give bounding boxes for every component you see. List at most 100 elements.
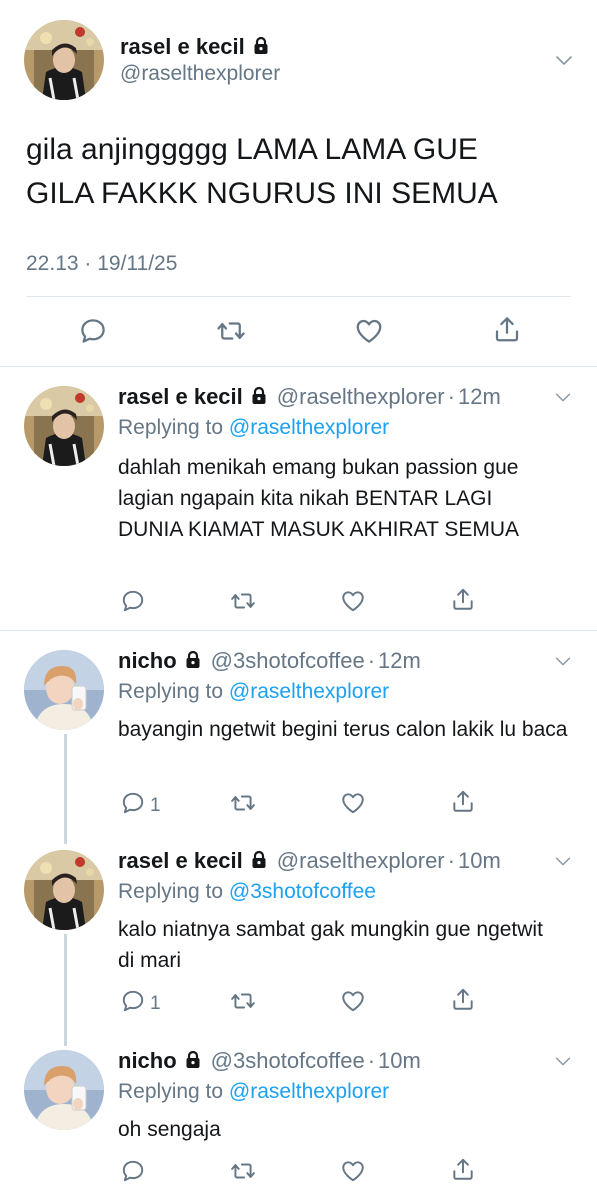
replying-to-link[interactable]: @raselthexplorer xyxy=(229,416,389,439)
tweet-text: dahlah menikah emang bukan passion gue l… xyxy=(118,456,520,541)
reply-icon xyxy=(120,1158,146,1190)
lock-icon xyxy=(249,386,269,412)
chevron-down-icon[interactable] xyxy=(552,650,574,677)
avatar[interactable] xyxy=(24,1050,104,1130)
display-name-text: nicho xyxy=(118,648,177,673)
avatar[interactable] xyxy=(24,650,104,730)
share-button[interactable] xyxy=(450,986,476,1018)
user-handle: @3shotofcoffee xyxy=(210,1048,365,1073)
like-icon xyxy=(340,988,366,1020)
lock-icon xyxy=(183,1050,203,1076)
retweet-button[interactable] xyxy=(216,316,246,352)
lock-icon xyxy=(251,36,271,62)
share-button[interactable] xyxy=(450,1156,476,1188)
retweet-icon xyxy=(230,1158,256,1190)
replying-label: Replying to xyxy=(118,416,229,439)
divider xyxy=(0,366,597,367)
user-handle[interactable]: @raselthexplorer xyxy=(120,62,280,86)
display-name[interactable]: nicho @3shotofcoffee · 12m xyxy=(118,648,421,676)
replying-to: Replying to @raselthexplorer xyxy=(118,680,389,704)
retweet-button[interactable] xyxy=(230,588,256,620)
reply-icon xyxy=(120,790,146,822)
user-handle: @raselthexplorer xyxy=(276,384,445,409)
chevron-down-icon[interactable] xyxy=(552,850,574,877)
like-button[interactable] xyxy=(340,1158,366,1190)
tweet-time: 10m xyxy=(457,848,501,873)
retweet-button[interactable] xyxy=(230,988,256,1020)
separator-dot: · xyxy=(447,384,455,409)
display-name[interactable]: rasel e kecil @raselthexplorer · 10m xyxy=(118,848,501,876)
reply-button[interactable]: 1 xyxy=(120,988,161,1020)
display-name-text: rasel e kecil xyxy=(120,34,245,59)
display-name[interactable]: rasel e kecil @raselthexplorer · 12m xyxy=(118,384,501,412)
avatar[interactable] xyxy=(24,850,104,930)
avatar[interactable] xyxy=(24,20,104,100)
like-icon xyxy=(340,790,366,822)
tweet-text: oh sengaja xyxy=(118,1118,221,1141)
share-button[interactable] xyxy=(450,788,476,820)
separator-dot: · xyxy=(367,648,376,673)
lock-icon xyxy=(249,850,269,876)
like-button[interactable] xyxy=(340,988,366,1020)
share-icon xyxy=(492,314,522,350)
like-button[interactable] xyxy=(354,316,384,352)
display-name-text: nicho xyxy=(118,1048,177,1073)
display-name[interactable]: nicho @3shotofcoffee · 10m xyxy=(118,1048,421,1076)
chevron-down-icon[interactable] xyxy=(552,48,576,77)
avatar[interactable] xyxy=(24,386,104,466)
tweet-time: 12m xyxy=(457,384,501,409)
replying-to: Replying to @3shotofcoffee xyxy=(118,880,376,904)
reply-icon xyxy=(78,316,108,352)
replying-label: Replying to xyxy=(118,1080,229,1103)
like-button[interactable] xyxy=(340,588,366,620)
thread-line xyxy=(64,934,67,1046)
tweet-text: gila anjinggggg LAMA LAMA GUE GILA FAKKK… xyxy=(26,133,498,210)
share-icon xyxy=(450,788,476,820)
retweet-button[interactable] xyxy=(230,1158,256,1190)
reply-button[interactable] xyxy=(120,588,150,620)
divider xyxy=(0,630,597,631)
chevron-down-icon[interactable] xyxy=(552,386,574,413)
tweet-time: 10m xyxy=(378,1048,421,1073)
separator-dot: · xyxy=(367,1048,376,1073)
replying-label: Replying to xyxy=(118,880,229,903)
reply-button[interactable] xyxy=(78,316,108,352)
display-name-text: rasel e kecil xyxy=(118,384,243,409)
reply-icon xyxy=(120,588,146,620)
replying-label: Replying to xyxy=(118,680,229,703)
reply-count: 1 xyxy=(150,993,161,1014)
user-handle: @3shotofcoffee xyxy=(210,648,365,673)
share-button[interactable] xyxy=(450,586,476,618)
retweet-button[interactable] xyxy=(230,790,256,822)
replying-to-link[interactable]: @raselthexplorer xyxy=(229,1080,389,1103)
replying-to-link[interactable]: @raselthexplorer xyxy=(229,680,389,703)
like-button[interactable] xyxy=(340,790,366,822)
retweet-icon xyxy=(230,988,256,1020)
display-name[interactable]: rasel e kecil xyxy=(120,34,271,62)
share-icon xyxy=(450,1156,476,1188)
retweet-icon xyxy=(230,588,256,620)
reply-button[interactable] xyxy=(120,1158,150,1190)
like-icon xyxy=(340,1158,366,1190)
like-icon xyxy=(340,588,366,620)
share-button[interactable] xyxy=(492,314,522,350)
share-icon xyxy=(450,986,476,1018)
divider xyxy=(26,296,571,297)
chevron-down-icon[interactable] xyxy=(552,1050,574,1077)
user-handle: @raselthexplorer xyxy=(276,848,445,873)
tweet-text: bayangin ngetwit begini terus calon laki… xyxy=(118,718,568,741)
reply-icon xyxy=(120,988,146,1020)
replying-to: Replying to @raselthexplorer xyxy=(118,1080,389,1104)
replying-to: Replying to @raselthexplorer xyxy=(118,416,389,440)
tweet-timestamp[interactable]: 22.13 · 19/11/25 xyxy=(26,252,177,276)
lock-icon xyxy=(183,650,203,676)
display-name-text: rasel e kecil xyxy=(118,848,243,873)
tweet-text: kalo niatnya sambat gak mungkin gue nget… xyxy=(118,918,543,972)
retweet-icon xyxy=(230,790,256,822)
separator-dot: · xyxy=(447,848,455,873)
share-icon xyxy=(450,586,476,618)
replying-to-link[interactable]: @3shotofcoffee xyxy=(229,880,376,903)
thread-line xyxy=(64,734,67,844)
reply-button[interactable]: 1 xyxy=(120,790,161,822)
like-icon xyxy=(354,316,384,352)
